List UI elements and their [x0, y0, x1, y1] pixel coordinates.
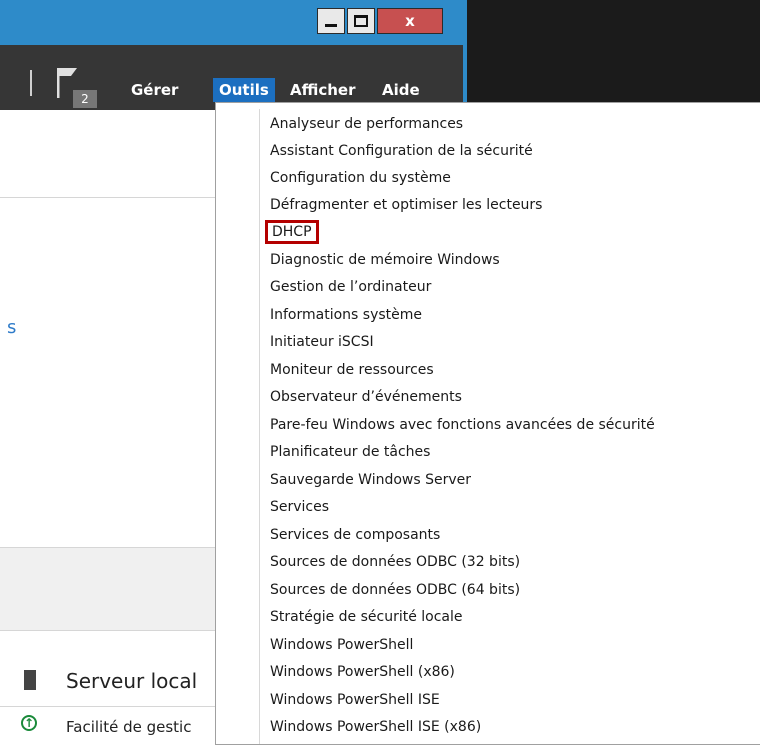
menu-item-diagnostic-memoire[interactable]: Diagnostic de mémoire Windows — [270, 249, 500, 271]
menu-gerer[interactable]: Gérer — [125, 78, 184, 102]
toolbar-separator — [30, 70, 32, 96]
maximize-icon — [354, 15, 368, 27]
menu-item-odbc-32[interactable]: Sources de données ODBC (32 bits) — [270, 551, 520, 573]
menu-item-sauvegarde-windows-server[interactable]: Sauvegarde Windows Server — [270, 469, 471, 491]
menu-item-pare-feu[interactable]: Pare-feu Windows avec fonctions avancées… — [270, 414, 655, 436]
menu-icon-gutter — [259, 109, 260, 744]
menu-item-gestion-ordinateur[interactable]: Gestion de l’ordinateur — [270, 276, 431, 298]
menu-item-defragmenter[interactable]: Défragmenter et optimiser les lecteurs — [270, 194, 542, 216]
content-divider — [0, 630, 215, 631]
menu-aide[interactable]: Aide — [376, 78, 426, 102]
menu-item-strategie-securite-locale[interactable]: Stratégie de sécurité locale — [270, 606, 463, 628]
menu-item-windows-powershell-ise-x86[interactable]: Windows PowerShell ISE (x86) — [270, 716, 481, 738]
menu-item-analyseur-performances[interactable]: Analyseur de performances — [270, 113, 463, 135]
menu-outils[interactable]: Outils — [213, 78, 275, 102]
menu-item-dhcp[interactable]: DHCP — [265, 220, 319, 244]
minimize-button[interactable] — [317, 8, 345, 34]
arrow-up-circle-icon: ↑ — [21, 715, 37, 731]
menu-item-services-composants[interactable]: Services de composants — [270, 524, 440, 546]
menu-item-windows-powershell-x86[interactable]: Windows PowerShell (x86) — [270, 661, 455, 683]
facility-item-label[interactable]: Facilité de gestic — [66, 718, 191, 736]
content-divider — [0, 706, 215, 707]
content-divider — [0, 197, 215, 198]
window-controls: x — [317, 8, 445, 36]
close-icon: x — [405, 11, 415, 30]
menu-item-configuration-systeme[interactable]: Configuration du système — [270, 167, 451, 189]
status-fragment[interactable]: s — [7, 317, 16, 338]
menu-item-informations-systeme[interactable]: Informations système — [270, 304, 422, 326]
menu-afficher[interactable]: Afficher — [284, 78, 361, 102]
menu-item-windows-powershell[interactable]: Windows PowerShell — [270, 634, 413, 656]
menu-item-planificateur-taches[interactable]: Planificateur de tâches — [270, 441, 430, 463]
panel-background — [0, 548, 215, 630]
menu-item-services[interactable]: Services — [270, 496, 329, 518]
minimize-icon — [325, 23, 337, 27]
menu-item-observateur-evenements[interactable]: Observateur d’événements — [270, 386, 462, 408]
menu-item-odbc-64[interactable]: Sources de données ODBC (64 bits) — [270, 579, 520, 601]
desktop-background — [467, 0, 760, 110]
menu-item-windows-powershell-ise[interactable]: Windows PowerShell ISE — [270, 689, 440, 711]
menu-item-initiateur-iscsi[interactable]: Initiateur iSCSI — [270, 331, 374, 353]
sidebar-item-serveur-local[interactable]: Serveur local — [66, 669, 197, 693]
notification-count-badge: 2 — [73, 90, 97, 108]
tools-dropdown-menu: Analyseur de performances Assistant Conf… — [215, 102, 760, 745]
maximize-button[interactable] — [347, 8, 375, 34]
menu-item-moniteur-ressources[interactable]: Moniteur de ressources — [270, 359, 434, 381]
close-button[interactable]: x — [377, 8, 443, 34]
server-icon — [24, 670, 36, 690]
menu-item-assistant-configuration-securite[interactable]: Assistant Configuration de la sécurité — [270, 140, 533, 162]
